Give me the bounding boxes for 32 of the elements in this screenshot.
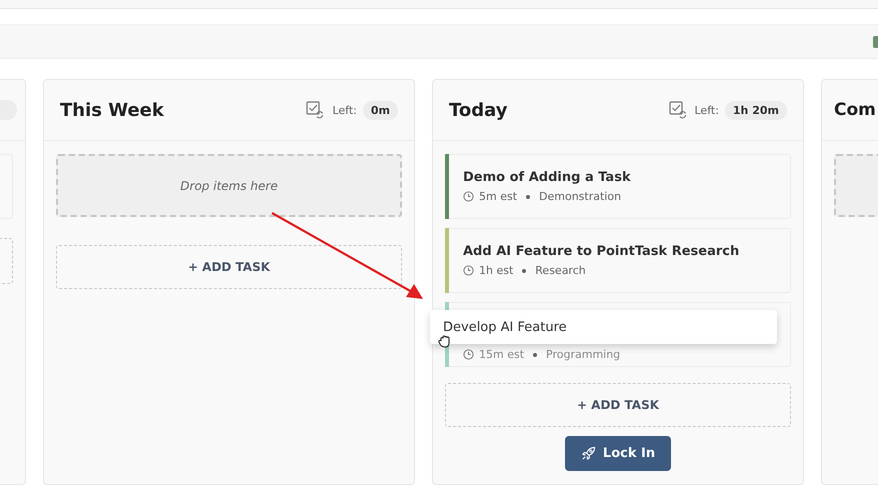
time-left-label: Left: <box>694 104 719 116</box>
task-estimate: 5m est <box>479 190 518 203</box>
clock-icon <box>463 191 474 202</box>
task-estimate: 1h est <box>479 264 514 277</box>
separator-dot <box>522 268 526 272</box>
clock-icon <box>463 265 474 276</box>
column-title: This Week <box>60 100 164 120</box>
task-category: Research <box>535 264 586 277</box>
time-left-badge: 0m <box>362 100 398 120</box>
time-left-label: Left: <box>332 104 357 116</box>
task-title: Add AI Feature to PointTask Research <box>463 244 740 259</box>
task-title: Demo of Adding a Task <box>463 170 632 185</box>
time-left-badge: 1h 20m <box>724 100 787 120</box>
lock-in-button[interactable]: Lock In <box>564 436 672 471</box>
separator-dot <box>526 194 530 198</box>
drop-hint: Drop items here <box>180 178 278 192</box>
column-title: Today <box>449 100 508 120</box>
clock-icon <box>463 349 474 360</box>
task-category: Demonstration <box>539 190 622 203</box>
drag-ghost-card[interactable]: Develop AI Feature <box>430 310 777 344</box>
separator-dot <box>533 352 538 356</box>
add-task-button[interactable]: + ADD TASK <box>56 245 402 289</box>
task-card[interactable]: Demo of Adding a Task 5m est Demonstration <box>445 154 791 219</box>
drag-ghost-title: Develop AI Feature <box>443 320 567 334</box>
column-title: Com <box>834 100 876 120</box>
checklist-refresh-icon[interactable] <box>668 101 686 119</box>
rocket-icon <box>580 446 596 461</box>
checklist-refresh-icon[interactable] <box>306 101 324 119</box>
task-card[interactable]: Add AI Feature to PointTask Research 1h est Research <box>445 228 791 293</box>
task-estimate: 15m est <box>479 348 524 361</box>
task-category: Programming <box>546 348 620 361</box>
add-task-button[interactable]: + ADD TASK <box>445 383 791 427</box>
